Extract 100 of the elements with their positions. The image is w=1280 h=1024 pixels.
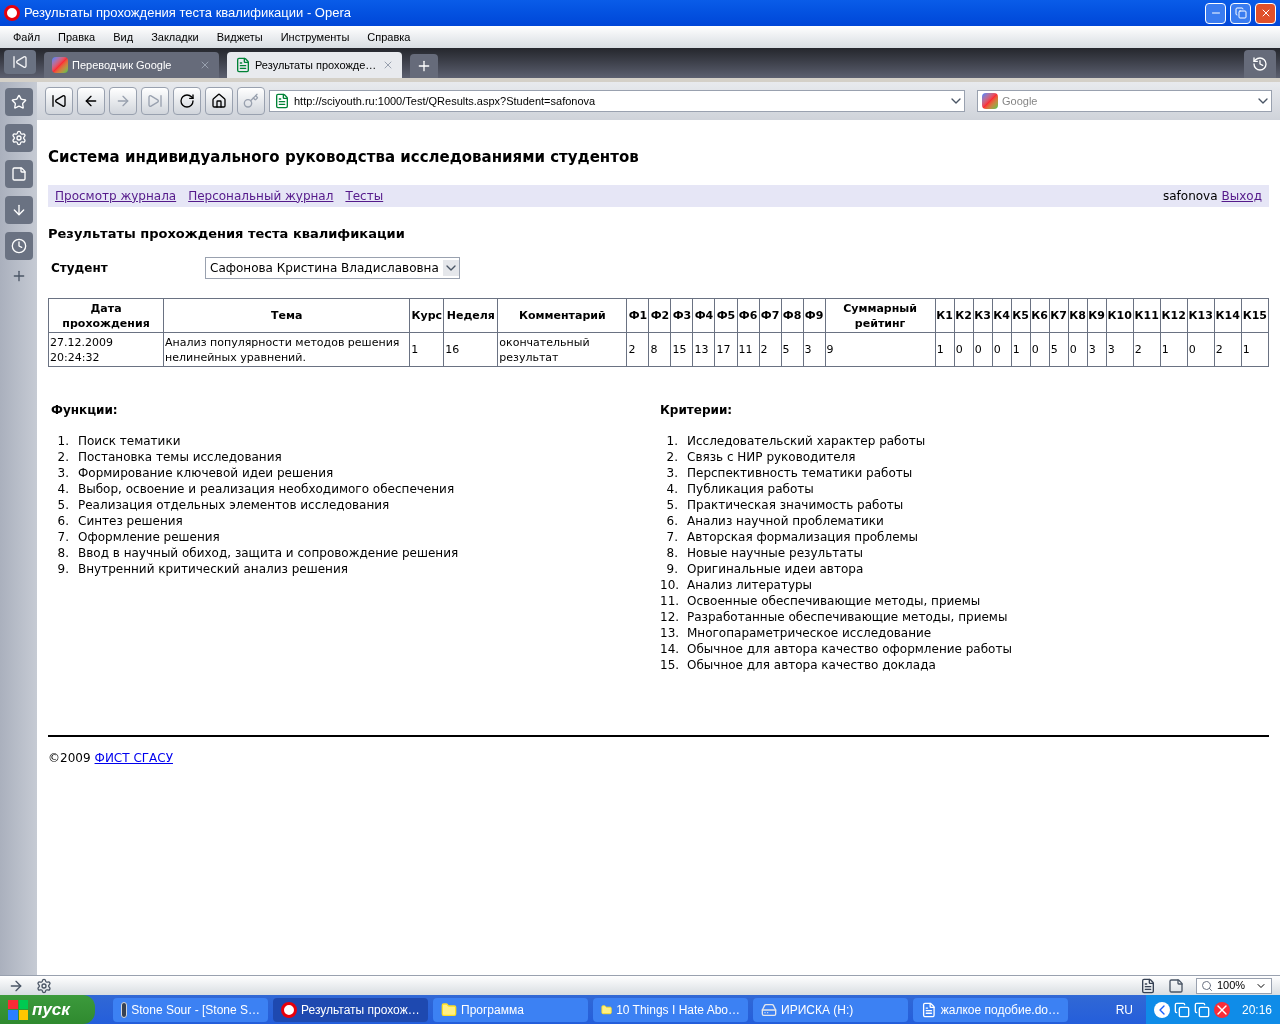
menu-item[interactable]: Файл bbox=[4, 28, 50, 46]
reload-icon bbox=[179, 93, 195, 109]
browser-tab[interactable]: Переводчик Google bbox=[44, 52, 219, 78]
history-icon bbox=[1252, 56, 1268, 72]
browser-logo-icon bbox=[4, 5, 20, 21]
nav-link[interactable]: Просмотр журнала bbox=[55, 186, 177, 205]
folder-icon bbox=[441, 1001, 457, 1018]
list-item: Перспективность тематики работы bbox=[687, 465, 913, 481]
windows-logo-icon bbox=[8, 999, 28, 1020]
column-header: Ф5 bbox=[715, 298, 737, 333]
column-header: К10 bbox=[1106, 298, 1134, 333]
clock-icon bbox=[10, 238, 27, 254]
fast-forward-icon bbox=[147, 93, 163, 109]
panel-toggle-button[interactable] bbox=[4, 50, 36, 74]
item-number: 12. bbox=[660, 609, 681, 625]
start-button[interactable]: пуск bbox=[0, 995, 95, 1024]
item-number: 1. bbox=[56, 433, 70, 449]
table-cell: 1 bbox=[935, 332, 955, 367]
back-button[interactable] bbox=[77, 87, 105, 115]
taskbar-button[interactable]: ИРИСКА (H:) bbox=[753, 997, 908, 1022]
list-item: Связь с НИР руководителя bbox=[687, 449, 856, 465]
menu-item[interactable]: Справка bbox=[358, 28, 420, 46]
minimize-button[interactable] bbox=[1205, 2, 1226, 24]
nav-link[interactable]: Тесты bbox=[345, 186, 384, 205]
downloads-button[interactable] bbox=[4, 196, 33, 224]
column-header: Ф4 bbox=[692, 298, 715, 333]
star-icon bbox=[10, 94, 27, 110]
column-header: Дата прохождения bbox=[48, 298, 164, 333]
column-header: К7 bbox=[1049, 298, 1069, 333]
tab-label: Переводчик Google bbox=[72, 57, 173, 73]
new-tab-button[interactable] bbox=[410, 54, 438, 78]
expand-icon[interactable] bbox=[1153, 1001, 1170, 1018]
column-header: Ф6 bbox=[737, 298, 759, 333]
taskbar-button[interactable]: жалкое подобие.do… bbox=[913, 997, 1068, 1022]
page-icon bbox=[235, 57, 251, 73]
column-header: К8 bbox=[1068, 298, 1088, 333]
table-cell: 0 bbox=[992, 332, 1012, 367]
footer-link[interactable]: ФИСТ СГАСУ bbox=[94, 749, 173, 767]
table-cell: 8 bbox=[648, 332, 671, 367]
rewind-button[interactable] bbox=[45, 87, 73, 115]
table-cell: 2 bbox=[1214, 332, 1242, 367]
browser-tab[interactable]: Результаты прохожде… bbox=[227, 52, 402, 78]
menu-item[interactable]: Правка bbox=[49, 28, 105, 46]
column-header: К14 bbox=[1214, 298, 1242, 333]
student-select[interactable]: Сафонова Кристина Владиславовна bbox=[205, 257, 460, 279]
column-header: Ф3 bbox=[670, 298, 693, 333]
logout-link[interactable]: Выход bbox=[1221, 186, 1262, 205]
reload-button[interactable] bbox=[173, 87, 201, 115]
widgets-button[interactable] bbox=[4, 124, 33, 152]
page-icon[interactable] bbox=[1140, 977, 1156, 994]
home-button[interactable] bbox=[205, 87, 233, 115]
item-number: 7. bbox=[56, 529, 70, 545]
item-number: 15. bbox=[660, 657, 681, 673]
history-button[interactable] bbox=[4, 232, 33, 260]
copyright-text: ©2009 bbox=[48, 750, 91, 767]
taskbar-button[interactable]: Результаты прохож… bbox=[273, 997, 428, 1022]
nav-link[interactable]: Персональный журнал bbox=[188, 186, 334, 205]
item-number: 14. bbox=[660, 641, 681, 657]
notes-button[interactable] bbox=[4, 160, 33, 188]
rewind-icon bbox=[51, 93, 67, 109]
column-header: К1 bbox=[935, 298, 955, 333]
menu-item[interactable]: Закладки bbox=[142, 28, 208, 46]
settings-icon[interactable] bbox=[36, 977, 52, 994]
column-header: Неделя bbox=[443, 298, 498, 333]
section-title: Критерии: bbox=[660, 402, 734, 419]
list-item: Публикация работы bbox=[687, 481, 814, 497]
stop-icon[interactable] bbox=[1213, 1001, 1230, 1018]
item-number: 6. bbox=[665, 513, 679, 529]
taskbar-button[interactable]: Программа bbox=[433, 997, 588, 1022]
column-header: К15 bbox=[1241, 298, 1269, 333]
page-heading: Результаты прохождения теста квалификации bbox=[48, 224, 406, 243]
item-number: 2. bbox=[56, 449, 70, 465]
tab-label: Результаты прохожде… bbox=[255, 57, 378, 73]
address-field[interactable]: http://sciyouth.ru:1000/Test/QResults.aspx?Student=safonova bbox=[269, 90, 965, 112]
search-field[interactable]: Google bbox=[977, 90, 1272, 112]
menu-item[interactable]: Вид bbox=[104, 28, 143, 46]
restore-button[interactable] bbox=[1230, 2, 1251, 24]
list-item: Исследовательский характер работы bbox=[687, 433, 926, 449]
item-number: 4. bbox=[665, 481, 679, 497]
language-indicator[interactable]: RU bbox=[1115, 1000, 1133, 1019]
table-cell: 0 bbox=[1030, 332, 1050, 367]
list-item: Анализ литературы bbox=[687, 577, 813, 593]
close-button[interactable] bbox=[1255, 2, 1276, 24]
table-cell: 5 bbox=[781, 332, 804, 367]
taskbar-button[interactable]: Stone Sour - [Stone S… bbox=[113, 997, 268, 1022]
column-header: Ф9 bbox=[803, 298, 826, 333]
column-header: Ф7 bbox=[759, 298, 782, 333]
column-header: Курс bbox=[409, 298, 444, 333]
table-cell: окончательный результат bbox=[497, 332, 627, 367]
menu-item[interactable]: Виджеты bbox=[207, 28, 272, 46]
column-header: К12 bbox=[1160, 298, 1188, 333]
closed-tabs-button[interactable] bbox=[1244, 50, 1276, 78]
table-cell: 1 bbox=[409, 332, 444, 367]
item-number: 4. bbox=[56, 481, 70, 497]
taskbar-button[interactable]: 10 Things I Hate Abo… bbox=[593, 997, 748, 1022]
bookmarks-button[interactable] bbox=[4, 88, 33, 116]
item-number: 3. bbox=[56, 465, 70, 481]
search-input[interactable]: Google bbox=[1002, 92, 1251, 110]
zoom-control[interactable]: 100% bbox=[1196, 977, 1272, 994]
menu-item[interactable]: Инструменты bbox=[271, 28, 359, 46]
